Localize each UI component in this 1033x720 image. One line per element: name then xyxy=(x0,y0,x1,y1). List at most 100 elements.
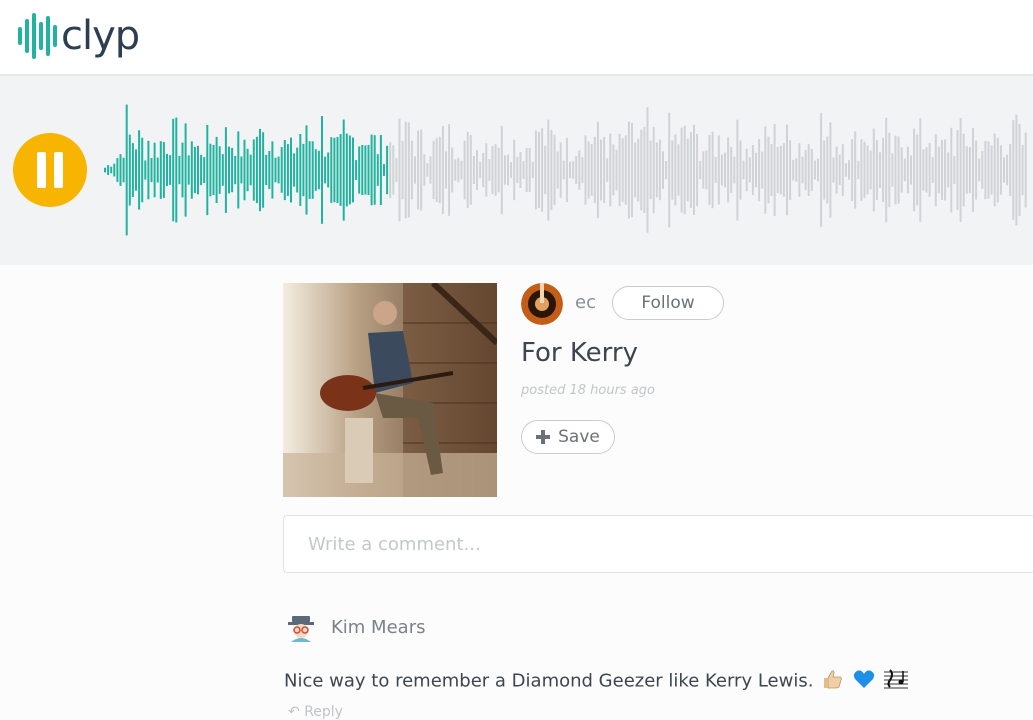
waveform-bar-played[interactable] xyxy=(296,147,299,193)
waveform-bar-played[interactable] xyxy=(147,140,150,200)
waveform-bar[interactable] xyxy=(600,139,602,201)
waveform-bar[interactable] xyxy=(696,133,699,207)
waveform-bar[interactable] xyxy=(472,156,475,184)
waveform-bar-played[interactable] xyxy=(166,153,168,187)
waveform-bar[interactable] xyxy=(680,127,683,213)
waveform-bar[interactable] xyxy=(544,145,547,195)
waveform-bar[interactable] xyxy=(857,160,860,179)
waveform-bar-played[interactable] xyxy=(345,133,348,207)
waveform-bar[interactable] xyxy=(928,142,931,198)
waveform-bar[interactable] xyxy=(565,137,568,203)
waveform-bar[interactable] xyxy=(407,122,410,218)
waveform-bar-played[interactable] xyxy=(302,143,305,197)
waveform-bar[interactable] xyxy=(432,140,435,200)
waveform-bar[interactable] xyxy=(423,154,426,186)
waveform-bar[interactable] xyxy=(463,140,466,200)
waveform-bar-played[interactable] xyxy=(262,132,265,208)
waveform-bar[interactable] xyxy=(832,157,835,183)
waveform-bar[interactable] xyxy=(705,150,708,190)
waveform-bar-played[interactable] xyxy=(104,167,106,173)
waveform-bar[interactable] xyxy=(615,149,618,191)
waveform-bar[interactable] xyxy=(956,130,959,210)
waveform-bar[interactable] xyxy=(649,140,652,200)
waveform-bar[interactable] xyxy=(751,145,754,195)
waveform-bar[interactable] xyxy=(844,163,847,177)
waveform-bar[interactable] xyxy=(479,161,482,179)
waveform-bar[interactable] xyxy=(875,140,878,200)
waveform-bar-played[interactable] xyxy=(218,146,221,194)
waveform-bar[interactable] xyxy=(606,158,609,182)
waveform-bar-played[interactable] xyxy=(169,155,172,185)
waveform-bar-played[interactable] xyxy=(283,140,286,201)
waveform-bar[interactable] xyxy=(900,147,903,193)
waveform-bar[interactable] xyxy=(640,129,643,211)
waveform-bar[interactable] xyxy=(990,145,993,195)
waveform-bar[interactable] xyxy=(513,139,516,201)
waveform-bar-played[interactable] xyxy=(193,146,196,194)
waveform-bar[interactable] xyxy=(708,135,711,205)
waveform-bar[interactable] xyxy=(807,144,810,196)
waveform-bar[interactable] xyxy=(711,131,714,209)
waveform-bar-played[interactable] xyxy=(125,104,128,236)
waveform-bar[interactable] xyxy=(441,125,444,214)
waveform-bar[interactable] xyxy=(823,140,826,200)
waveform-bar-played[interactable] xyxy=(321,116,323,224)
waveform-bar[interactable] xyxy=(906,146,909,194)
waveform-bar-played[interactable] xyxy=(308,141,311,199)
waveform-bar-played[interactable] xyxy=(311,141,314,199)
waveform-bar[interactable] xyxy=(1018,123,1021,217)
waveform-bar[interactable] xyxy=(516,157,519,183)
waveform-bar-played[interactable] xyxy=(358,146,361,194)
waveform-bar-played[interactable] xyxy=(231,147,234,193)
waveform-bar[interactable] xyxy=(693,124,695,215)
waveform-bar[interactable] xyxy=(730,146,733,194)
waveform-bar[interactable] xyxy=(717,135,720,205)
waveform-bar[interactable] xyxy=(891,153,894,187)
waveform-bar[interactable] xyxy=(646,107,649,233)
waveform-bar-played[interactable] xyxy=(184,123,187,217)
waveform-bar-played[interactable] xyxy=(181,142,184,198)
waveform-bar[interactable] xyxy=(829,122,832,218)
waveform-bar[interactable] xyxy=(510,162,513,178)
waveform-bar[interactable] xyxy=(417,130,420,210)
waveform-bar[interactable] xyxy=(727,137,730,203)
waveform-bar-played[interactable] xyxy=(268,151,271,189)
waveform-bar[interactable] xyxy=(925,147,928,193)
waveform-bar[interactable] xyxy=(897,136,900,204)
waveform-bar-played[interactable] xyxy=(190,141,193,199)
waveform-bar[interactable] xyxy=(438,136,441,204)
waveform-bar-played[interactable] xyxy=(293,153,296,187)
waveform-bar[interactable] xyxy=(798,143,801,197)
waveform-bar[interactable] xyxy=(866,145,869,195)
waveform-bar[interactable] xyxy=(624,135,627,205)
waveform-bar-played[interactable] xyxy=(156,157,159,183)
waveform-bar[interactable] xyxy=(975,140,978,200)
waveform-bar-played[interactable] xyxy=(314,149,317,191)
waveform-bar-played[interactable] xyxy=(138,130,141,210)
waveform-bar[interactable] xyxy=(745,148,748,192)
waveform-bar[interactable] xyxy=(733,156,736,184)
waveform-bar[interactable] xyxy=(631,122,633,218)
waveform-bar[interactable] xyxy=(934,134,937,206)
waveform-bar[interactable] xyxy=(627,121,630,219)
waveform-bar-played[interactable] xyxy=(342,119,345,221)
waveform-bar[interactable] xyxy=(965,146,968,194)
waveform-bar[interactable] xyxy=(817,158,819,182)
waveform-bar-played[interactable] xyxy=(228,146,230,194)
waveform-bar[interactable] xyxy=(944,139,947,201)
waveform-bar[interactable] xyxy=(569,161,571,179)
waveform-bar[interactable] xyxy=(389,142,392,198)
waveform-bar[interactable] xyxy=(395,158,398,182)
waveform-bar[interactable] xyxy=(497,147,500,193)
waveform-bar-played[interactable] xyxy=(110,166,113,174)
waveform-bar-played[interactable] xyxy=(172,118,175,222)
waveform-bar[interactable] xyxy=(959,118,962,222)
commenter-name[interactable]: Kim Mears xyxy=(331,617,425,638)
waveform-bar[interactable] xyxy=(401,140,404,200)
waveform-bar-played[interactable] xyxy=(197,145,199,195)
waveform-bar-played[interactable] xyxy=(352,137,354,203)
waveform-bar[interactable] xyxy=(494,144,497,196)
waveform-bar-played[interactable] xyxy=(128,134,131,206)
waveform-bar-played[interactable] xyxy=(333,137,336,203)
waveform-bar-played[interactable] xyxy=(259,128,261,212)
